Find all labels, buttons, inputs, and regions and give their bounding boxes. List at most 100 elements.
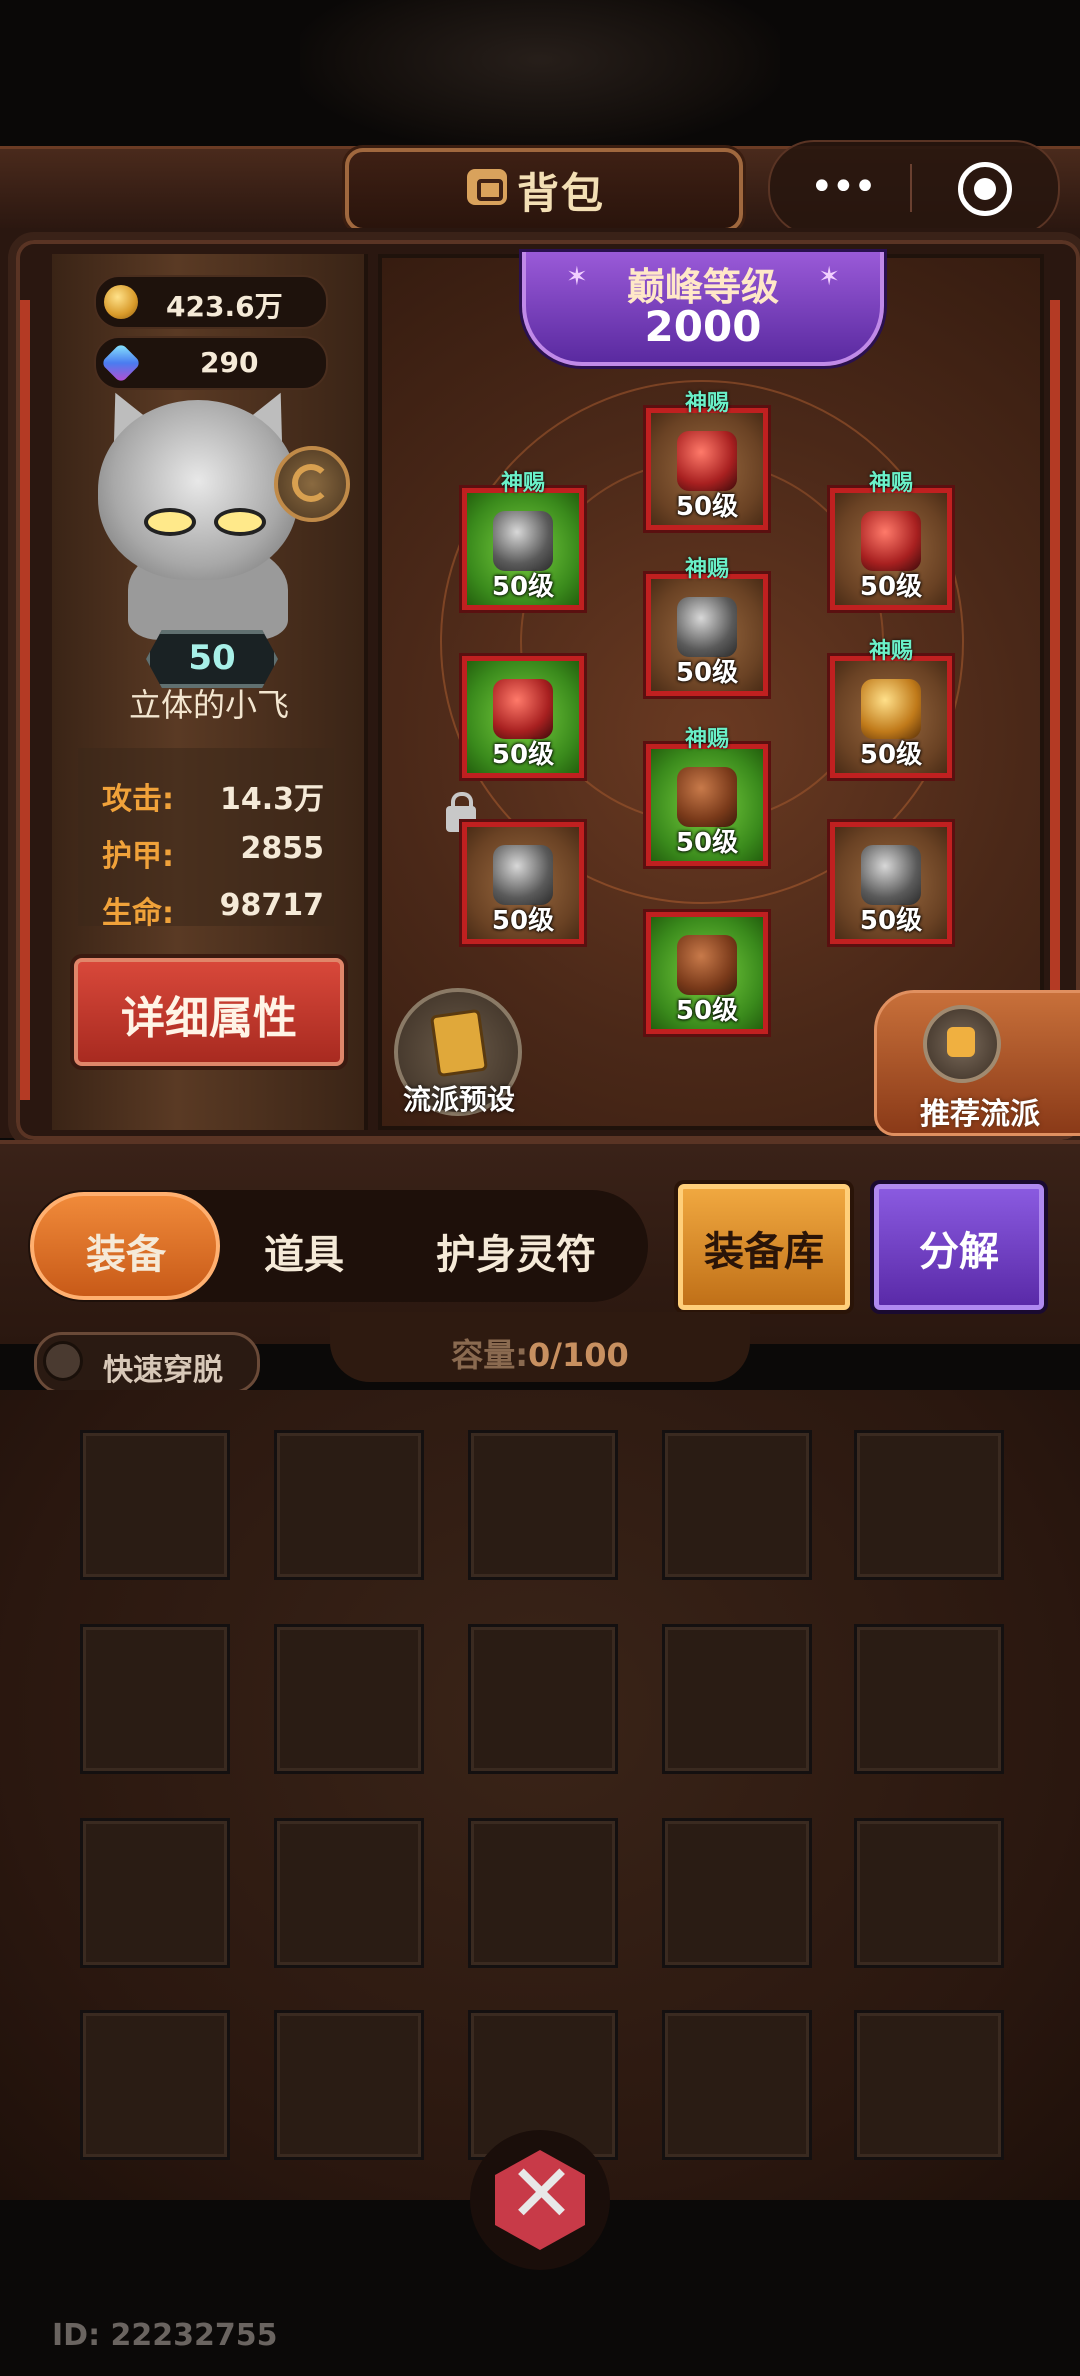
close-button[interactable]: ✕ [470,2130,610,2270]
gem-value: 290 [200,346,259,379]
divine-tag: 神赐 [500,471,545,496]
item-level: 50级 [859,572,923,602]
detail-attributes-button[interactable]: 详细属性 [74,958,344,1066]
stat-attack: 攻击: 14.3万 [102,768,324,818]
inventory-slot[interactable] [80,1818,230,1968]
inventory-slot[interactable] [662,1624,812,1774]
inventory-slot[interactable] [80,1624,230,1774]
detail-attributes-label: 详细属性 [121,993,297,1044]
inventory-slot[interactable] [468,1818,618,1968]
bag-icon [467,169,507,205]
toggle-knob [43,1341,83,1381]
swap-skin-icon[interactable] [274,446,350,522]
cat-eye-right [214,508,266,536]
frame-rail-left [20,300,30,1100]
divine-tag: 神赐 [684,391,729,416]
inventory-slot[interactable] [468,1624,618,1774]
slot-gloves[interactable]: 50级 [462,656,584,778]
inventory-slot[interactable] [854,1624,1004,1774]
necklace-icon [861,511,921,571]
gold-value: 423.6万 [166,290,283,323]
cat-head [98,400,298,580]
disassemble-button[interactable]: 分解 [874,1184,1044,1310]
frame-rail-right [1050,300,1060,1100]
slot-helmet[interactable]: 神赐 50级 [646,391,768,530]
capsule-divider [910,164,912,212]
peak-level-value: 2000 [644,302,762,351]
capacity-display: 容量:0/100 [330,1330,750,1376]
title-plaque: 背包 [345,148,743,232]
inventory-slot[interactable] [662,2010,812,2160]
user-id: ID: 22232755 [52,2318,278,2353]
item-level: 50级 [675,996,739,1026]
quick-equip-toggle[interactable]: 快速穿脱 [34,1332,260,1394]
character-portrait[interactable] [88,380,350,652]
peak-level-banner[interactable]: ✶ ✶ 巅峰等级 2000 [522,252,884,366]
inventory-slot[interactable] [274,1818,424,1968]
character-name: 立体的小飞 [128,686,289,724]
stat-value: 2855 [240,831,325,866]
ring-icon [861,679,921,739]
item-level: 50级 [491,572,555,602]
level-value: 50 [188,638,236,678]
cat-eye-left [144,508,196,536]
thumbs-up-icon [923,1005,1001,1083]
shoulder-armor-icon [493,511,553,571]
recommended-build-button[interactable]: 推荐流派 [874,990,1080,1136]
mini-program-capsule: ••• [768,140,1060,236]
inventory-slot[interactable] [274,2010,424,2160]
tab-items[interactable]: 道具 [264,1222,344,1280]
stat-label: 攻击: [102,782,174,817]
item-level: 50级 [675,658,739,688]
capacity-label: 容量: [451,1336,529,1374]
inventory-slot[interactable] [274,1430,424,1580]
slot-lantern[interactable]: 50级 [462,822,584,944]
stat-label: 生命: [102,896,174,931]
quick-equip-label: 快速穿脱 [103,1353,223,1388]
slot-shoulder[interactable]: 神赐 50级 [462,471,584,610]
capacity-value: 0/100 [528,1336,629,1374]
stat-armor: 护甲: 2855 [102,825,324,875]
build-preset-label: 流派预设 [402,1083,515,1116]
stat-health: 生命: 98717 [102,882,324,932]
stat-value: 14.3万 [219,782,324,817]
inventory-slot[interactable] [854,1430,1004,1580]
divine-tag: 神赐 [868,471,913,496]
item-level: 50级 [859,740,923,770]
disassemble-label: 分解 [919,1229,999,1275]
slot-pants[interactable]: 神赐 50级 [646,727,768,866]
inventory-slot[interactable] [468,1430,618,1580]
more-menu-icon[interactable]: ••• [810,164,877,210]
gold-counter: 423.6万 [94,275,328,329]
inventory-slot[interactable] [854,2010,1004,2160]
helmet-icon [677,431,737,491]
slot-necklace[interactable]: 神赐 50级 [830,471,952,610]
slot-ring[interactable]: 神赐 50级 [830,639,952,778]
inventory-slot[interactable] [662,1818,812,1968]
inventory-slot[interactable] [662,1430,812,1580]
slot-chest[interactable]: 神赐 50级 [646,557,768,696]
item-level: 50级 [491,906,555,936]
gold-coin-icon [104,285,138,319]
gauntlet-icon [493,679,553,739]
lantern-icon [493,845,553,905]
slot-boots[interactable]: 50级 [646,912,768,1034]
divine-tag: 神赐 [868,639,913,664]
stats-box: 攻击: 14.3万 护甲: 2855 生命: 98717 [78,748,334,931]
equipment-library-button[interactable]: 装备库 [678,1184,850,1310]
stat-value: 98717 [219,888,324,923]
stat-label: 护甲: [102,839,174,874]
divine-tag: 神赐 [684,727,729,752]
inventory-slot[interactable] [80,2010,230,2160]
tab-equipment[interactable]: 装备 [86,1222,166,1280]
slot-amulet[interactable]: 50级 [830,822,952,944]
recommended-build-label: 推荐流派 [920,1097,1040,1132]
item-level: 50级 [675,492,739,522]
inventory-slot[interactable] [274,1624,424,1774]
close-program-icon[interactable] [958,162,1012,216]
inventory-slot[interactable] [80,1430,230,1580]
gem-counter: 290 [94,336,328,390]
item-level: 50级 [675,828,739,858]
tab-talismans[interactable]: 护身灵符 [436,1222,596,1280]
inventory-slot[interactable] [854,1818,1004,1968]
